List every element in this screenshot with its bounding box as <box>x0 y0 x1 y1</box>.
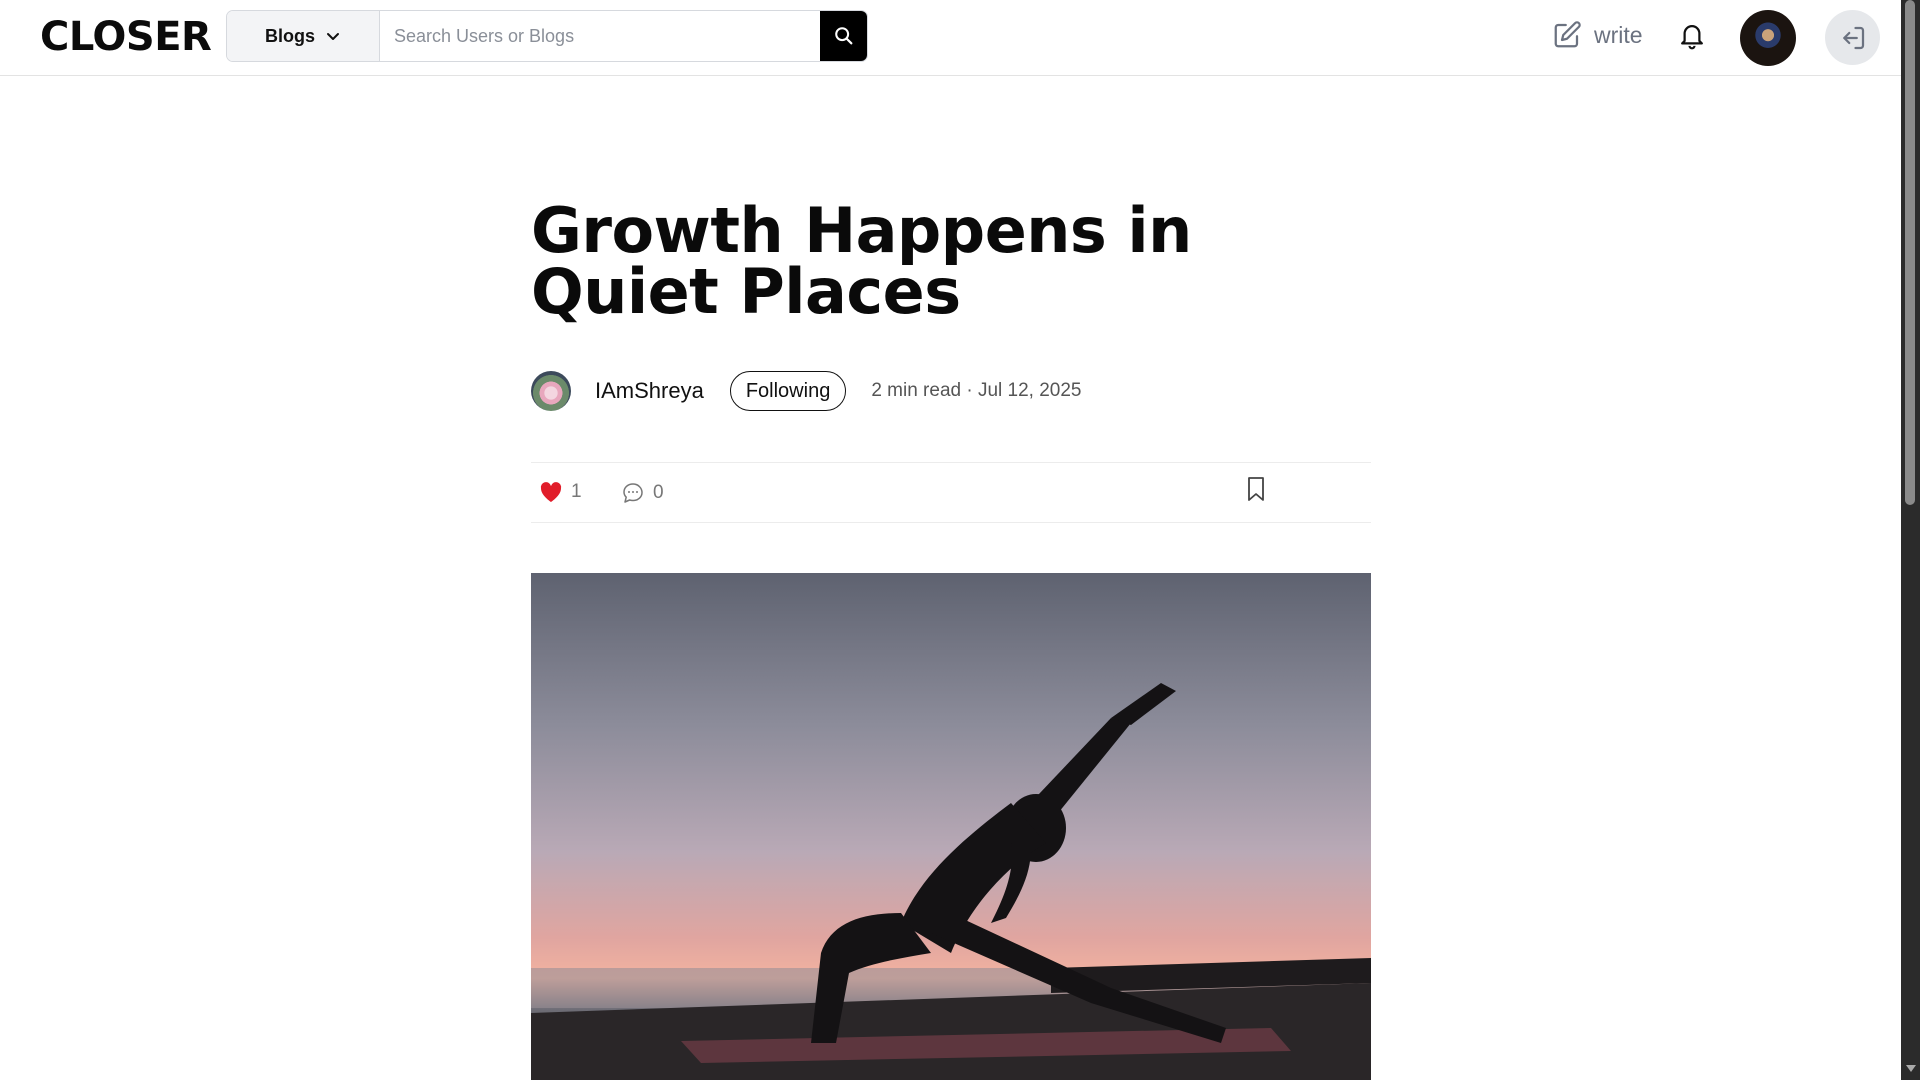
search-icon <box>834 27 852 45</box>
top-navbar: CLOSER Blogs write <box>0 0 1901 76</box>
search-group: Blogs <box>226 10 868 62</box>
article-title: Growth Happens in Quiet Places <box>531 194 1192 328</box>
like-count: 1 <box>571 481 582 502</box>
user-avatar[interactable] <box>1740 10 1796 66</box>
write-button[interactable]: write <box>1552 20 1643 50</box>
author-name[interactable]: IAmShreya <box>595 378 704 404</box>
comment-button[interactable]: 0 <box>621 481 664 505</box>
search-input[interactable] <box>380 11 820 61</box>
bell-icon[interactable] <box>1677 20 1707 52</box>
comment-icon <box>623 483 643 503</box>
author-avatar[interactable] <box>531 371 571 411</box>
search-scope-label: Blogs <box>264 25 315 46</box>
chevron-down-icon <box>327 33 339 40</box>
article-action-bar: 1 0 <box>531 462 1371 523</box>
bookmark-icon[interactable] <box>1246 476 1266 502</box>
search-button[interactable] <box>820 11 867 61</box>
like-button[interactable]: 1 <box>539 481 582 503</box>
pencil-square-icon <box>1554 21 1581 48</box>
article-hero-image <box>531 573 1371 1080</box>
yoga-silhouette-image <box>531 683 1371 1080</box>
heart-icon <box>540 482 562 502</box>
comment-count: 0 <box>653 482 664 503</box>
article-meta: 2 min read · Jul 12, 2025 <box>871 380 1082 401</box>
logout-button[interactable] <box>1825 10 1880 65</box>
search-scope-dropdown[interactable]: Blogs <box>227 11 380 61</box>
scrollbar-thumb[interactable] <box>1905 0 1915 505</box>
follow-button[interactable]: Following <box>729 371 847 411</box>
site-logo[interactable]: CLOSER <box>40 14 212 60</box>
scroll-down-arrow-icon[interactable] <box>1906 1065 1916 1072</box>
author-row: IAmShreya Following 2 min read · Jul 12,… <box>531 370 1082 412</box>
logout-icon <box>1842 26 1864 49</box>
write-label: write <box>1594 21 1643 48</box>
